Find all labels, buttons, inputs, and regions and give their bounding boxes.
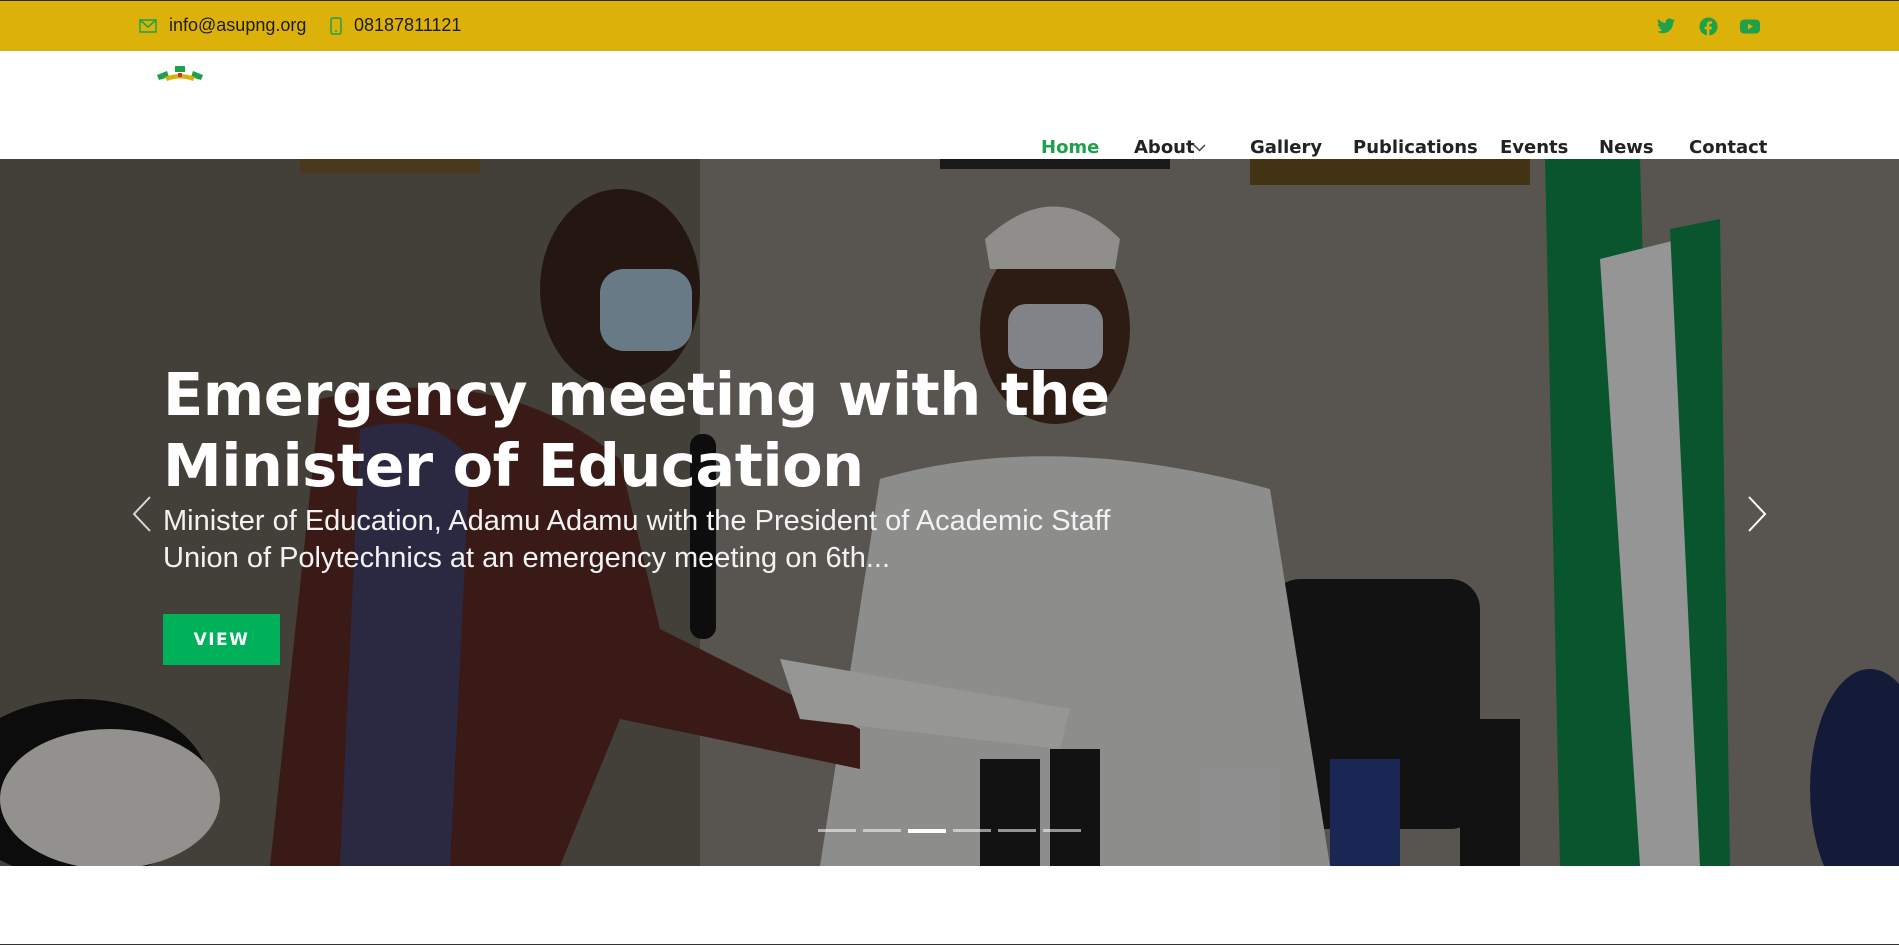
- slider-dot[interactable]: [1043, 829, 1081, 832]
- page-content-area: [0, 866, 1899, 945]
- facebook-icon: [1698, 16, 1718, 36]
- twitter-link[interactable]: [1655, 15, 1677, 37]
- phone-link[interactable]: 08187811121: [330, 15, 461, 36]
- nav-events[interactable]: Events: [1500, 137, 1568, 158]
- facebook-link[interactable]: [1697, 15, 1719, 37]
- slider-dot[interactable]: [953, 829, 991, 832]
- slider-indicators: [818, 829, 1081, 833]
- chevron-right-icon: [1748, 496, 1767, 532]
- youtube-icon: [1740, 19, 1760, 33]
- phone-icon: [330, 16, 342, 35]
- email-text: info@asupng.org: [169, 15, 307, 35]
- hero-slider: Emergency meeting with the Minister of E…: [0, 159, 1899, 866]
- top-bar: info@asupng.org 08187811121: [0, 0, 1899, 51]
- site-header: Home About Gallery Publications Events N…: [0, 51, 1899, 169]
- slider-dot[interactable]: [908, 829, 946, 833]
- slider-next-button[interactable]: [1745, 494, 1769, 534]
- nav-news[interactable]: News: [1599, 137, 1654, 158]
- view-button[interactable]: VIEW: [163, 614, 280, 665]
- slider-prev-button[interactable]: [130, 494, 154, 534]
- hero-description: Minister of Education, Adamu Adamu with …: [163, 505, 1111, 574]
- chevron-down-icon: [1193, 144, 1206, 152]
- nav-publications[interactable]: Publications: [1353, 137, 1478, 158]
- nav-home[interactable]: Home: [1041, 137, 1099, 158]
- youtube-link[interactable]: [1739, 15, 1761, 37]
- slider-dot[interactable]: [863, 829, 901, 832]
- slider-dot[interactable]: [818, 829, 856, 832]
- envelope-icon: [139, 18, 157, 33]
- phone-text: 08187811121: [354, 15, 462, 35]
- asup-logo: [157, 66, 203, 81]
- slider-dot[interactable]: [998, 829, 1036, 832]
- nav-gallery[interactable]: Gallery: [1250, 137, 1322, 158]
- hero-title: Emergency meeting with the Minister of E…: [163, 360, 1110, 500]
- twitter-icon: [1657, 18, 1675, 34]
- nav-about[interactable]: About: [1134, 137, 1195, 158]
- nav-contact[interactable]: Contact: [1689, 137, 1767, 158]
- email-link[interactable]: info@asupng.org: [139, 15, 306, 36]
- chevron-left-icon: [132, 496, 151, 532]
